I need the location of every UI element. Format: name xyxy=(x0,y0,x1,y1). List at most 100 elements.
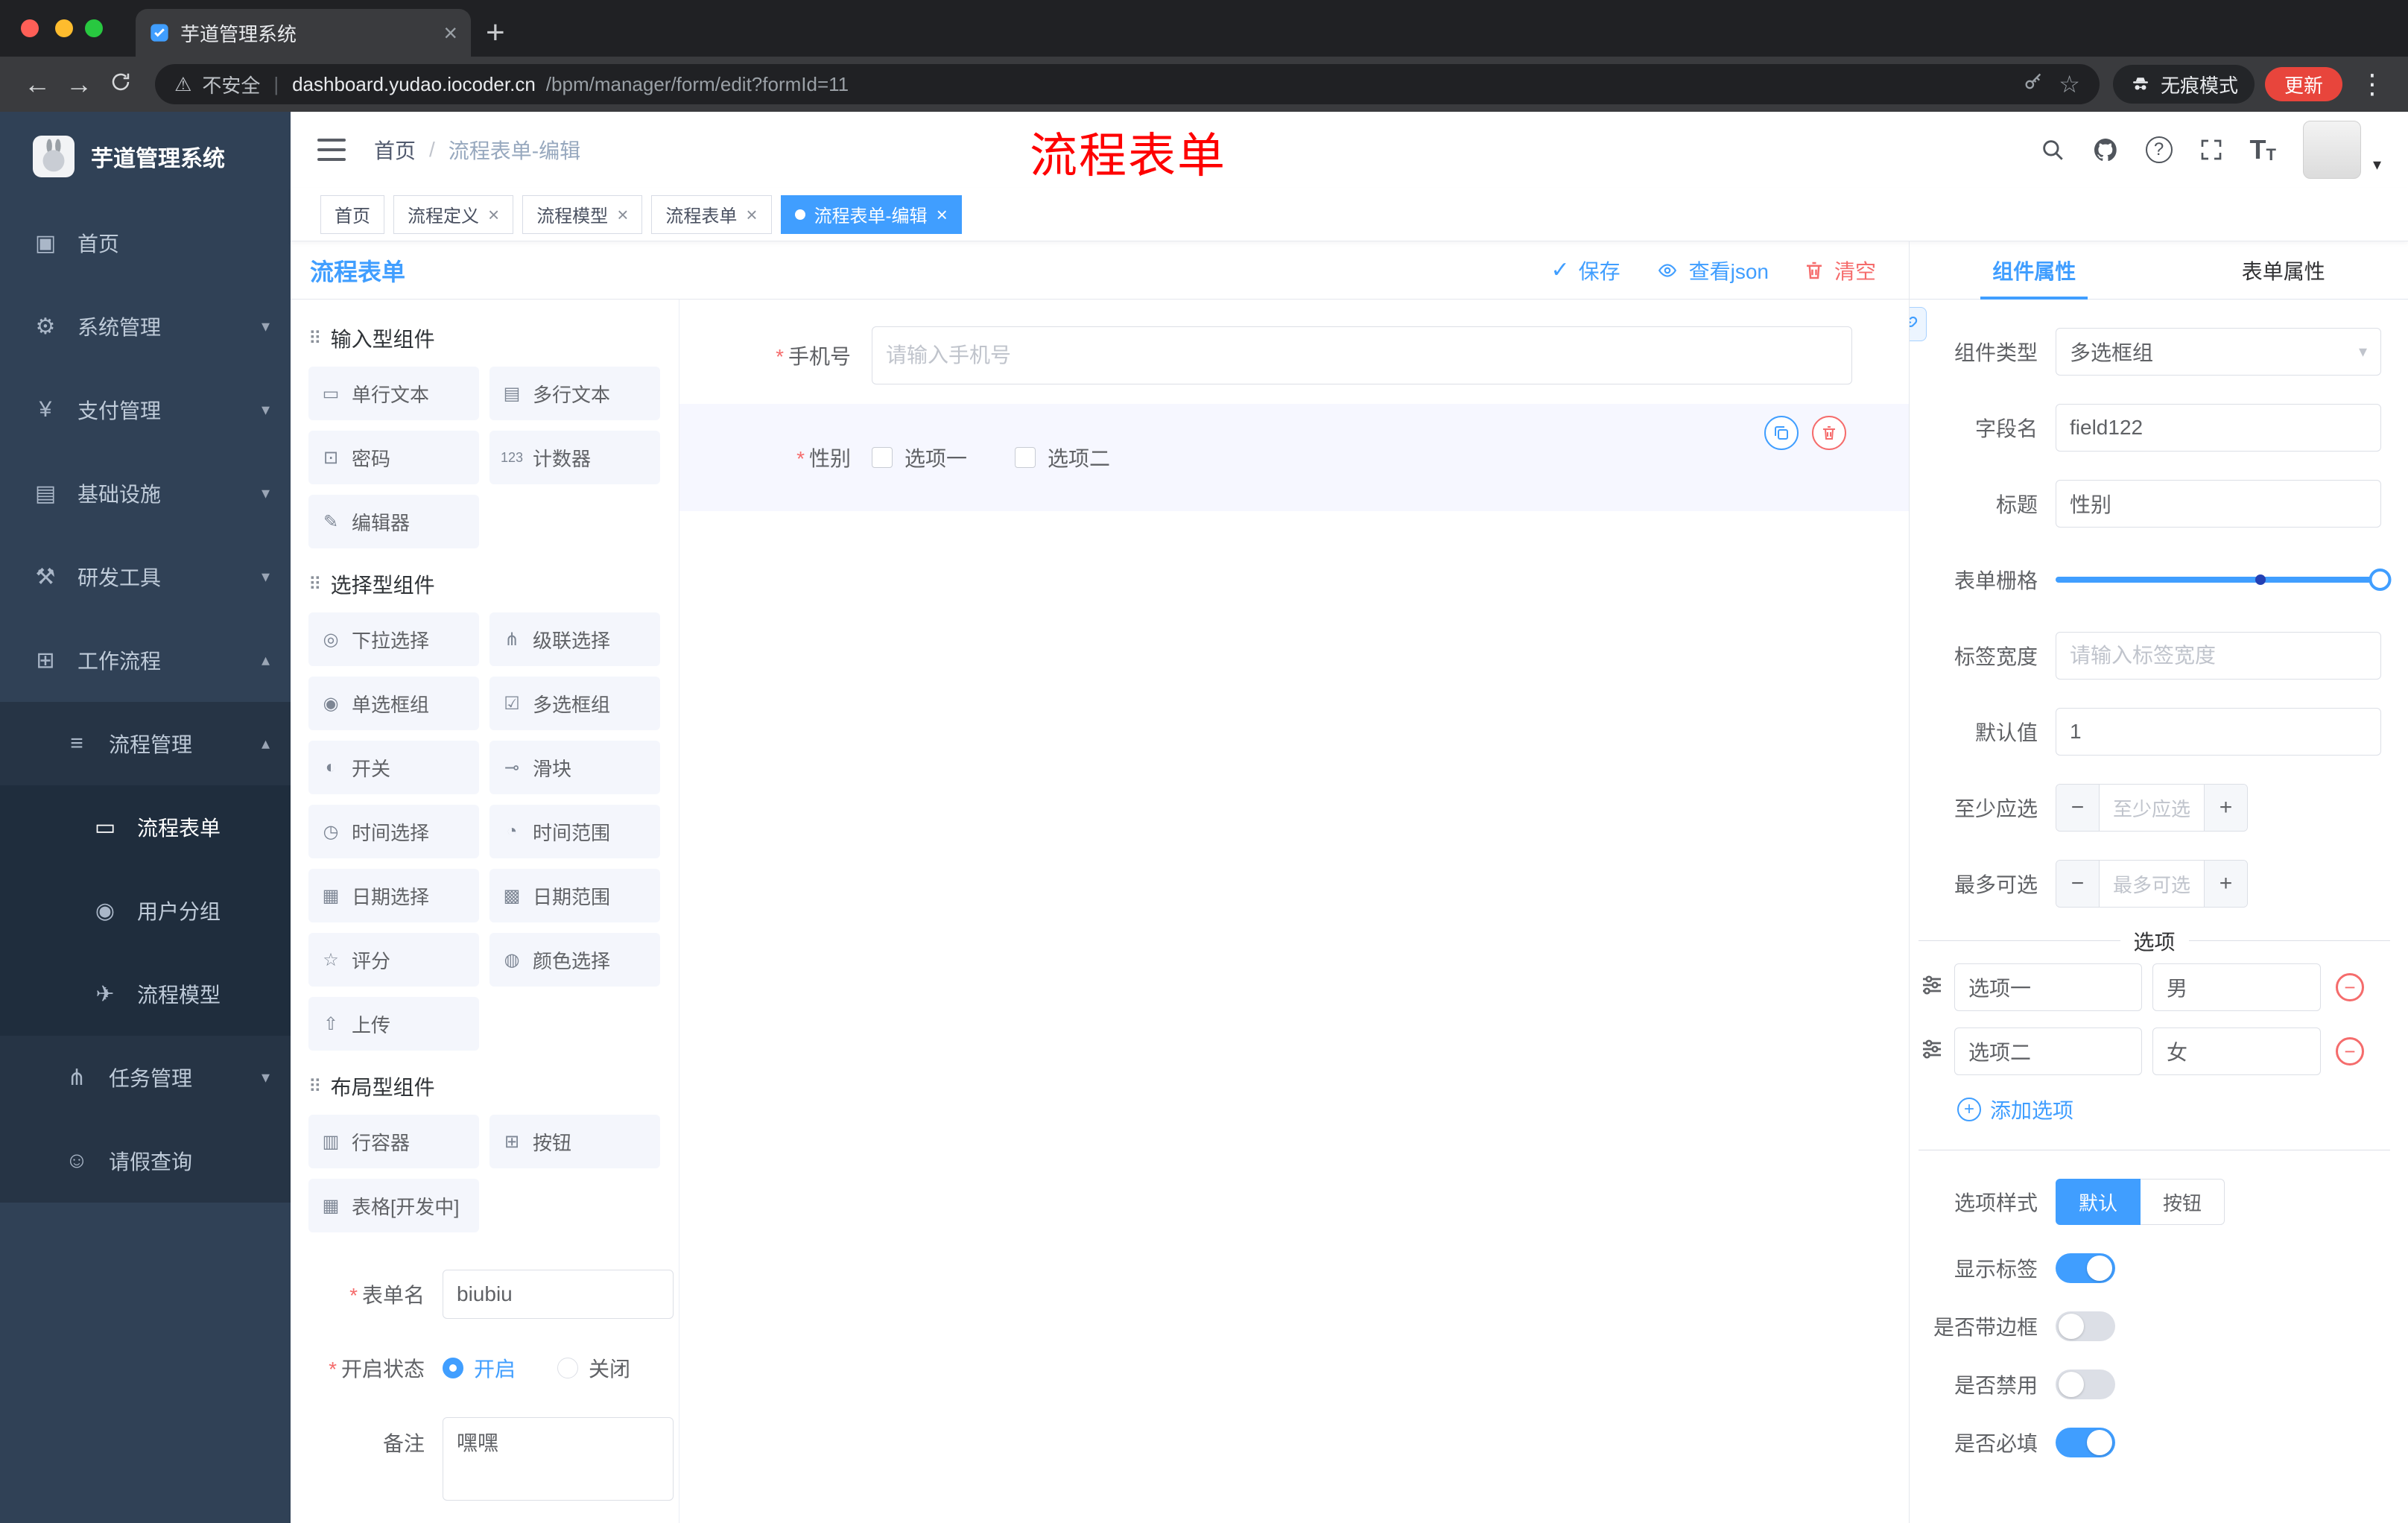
sidebar-item-user-group[interactable]: ◉ 用户分组 xyxy=(0,869,291,952)
tab-form-props[interactable]: 表单属性 xyxy=(2159,241,2408,299)
component-editor[interactable]: ✎ 编辑器 xyxy=(308,495,479,548)
title-input[interactable] xyxy=(2056,480,2381,528)
sidebar-item-workflow[interactable]: ⊞ 工作流程 ▴ xyxy=(0,618,291,702)
canvas-field-phone[interactable]: * 手机号 xyxy=(679,326,1909,384)
tag-home[interactable]: 首页 xyxy=(320,194,384,234)
tag-close-icon[interactable]: × xyxy=(488,205,499,224)
window-zoom-button[interactable] xyxy=(85,19,103,37)
checkbox-option-2[interactable]: 选项二 xyxy=(1015,443,1110,472)
tag-process-model[interactable]: 流程模型 × xyxy=(522,194,643,234)
increase-button[interactable]: + xyxy=(2204,861,2247,907)
hamburger-icon[interactable] xyxy=(317,139,346,161)
option-label-input[interactable] xyxy=(1954,963,2142,1011)
window-minimize-button[interactable] xyxy=(55,19,73,37)
new-tab-button[interactable]: + xyxy=(486,9,505,57)
font-size-icon[interactable]: TT xyxy=(2250,136,2276,163)
remove-option-button[interactable]: − xyxy=(2336,1037,2364,1066)
browser-tab[interactable]: 芋道管理系统 × xyxy=(136,9,471,57)
view-json-button[interactable]: 查看json xyxy=(1655,256,1769,285)
breadcrumb-home[interactable]: 首页 xyxy=(374,135,416,165)
component-time-range[interactable]: ◔ 时间范围 xyxy=(489,805,660,858)
component-password[interactable]: ⊡ 密码 xyxy=(308,431,479,484)
add-option-button[interactable]: + 添加选项 xyxy=(1957,1095,2408,1124)
default-value-input[interactable] xyxy=(2056,708,2381,756)
link-anchor-badge[interactable] xyxy=(1910,307,1927,341)
component-switch[interactable]: ◐ 开关 xyxy=(308,741,479,794)
remove-option-button[interactable]: − xyxy=(2336,973,2364,1001)
component-counter[interactable]: 123 计数器 xyxy=(489,431,660,484)
component-row-container[interactable]: ▥ 行容器 xyxy=(308,1115,479,1168)
url-bar[interactable]: ⚠ 不安全 | dashboard.yudao.iocoder.cn /bpm/… xyxy=(155,64,2100,104)
tag-close-icon[interactable]: × xyxy=(937,205,948,224)
browser-menu-icon[interactable]: ⋮ xyxy=(2353,69,2392,100)
disabled-toggle[interactable] xyxy=(2056,1370,2115,1399)
avatar-caret-icon[interactable]: ▾ xyxy=(2373,155,2381,179)
copy-field-button[interactable] xyxy=(1764,416,1799,450)
max-stepper-placeholder[interactable]: 最多可选 xyxy=(2100,861,2204,907)
sidebar-item-payment[interactable]: ¥ 支付管理 ▾ xyxy=(0,368,291,452)
option-label-input[interactable] xyxy=(1954,1028,2142,1075)
search-icon[interactable] xyxy=(2040,137,2065,162)
slider-handle[interactable] xyxy=(2369,569,2392,591)
checkbox-option-1[interactable]: 选项一 xyxy=(872,443,967,472)
decrease-button[interactable]: − xyxy=(2056,861,2100,907)
tab-close-icon[interactable]: × xyxy=(443,21,457,45)
sidebar-item-process-model[interactable]: ✈ 流程模型 xyxy=(0,952,291,1036)
security-warning-icon[interactable]: ⚠ xyxy=(174,73,191,96)
component-type-select[interactable]: 多选框组 ▾ xyxy=(2056,328,2381,376)
sidebar-item-process-mgmt[interactable]: ≡ 流程管理 ▴ xyxy=(0,702,291,785)
component-radio-group[interactable]: ◉ 单选框组 xyxy=(308,677,479,730)
save-button[interactable]: ✓ 保存 xyxy=(1550,256,1620,285)
fullscreen-icon[interactable] xyxy=(2199,138,2223,162)
reload-icon[interactable] xyxy=(100,69,142,100)
required-toggle[interactable] xyxy=(2056,1428,2115,1457)
component-upload[interactable]: ⇧ 上传 xyxy=(308,997,479,1051)
sidebar-item-leave-query[interactable]: ☺ 请假查询 xyxy=(0,1119,291,1203)
increase-button[interactable]: + xyxy=(2204,785,2247,831)
component-date-picker[interactable]: ▦ 日期选择 xyxy=(308,869,479,922)
min-stepper-placeholder[interactable]: 至少应选 xyxy=(2100,785,2204,831)
style-button-button[interactable]: 按钮 xyxy=(2141,1179,2225,1225)
tag-process-form[interactable]: 流程表单 × xyxy=(651,194,772,234)
sidebar-item-system[interactable]: ⚙ 系统管理 ▾ xyxy=(0,285,291,368)
update-button[interactable]: 更新 xyxy=(2264,67,2342,101)
show-label-toggle[interactable] xyxy=(2056,1253,2115,1283)
component-color-picker[interactable]: ◍ 颜色选择 xyxy=(489,933,660,987)
tab-component-props[interactable]: 组件属性 xyxy=(1910,241,2159,299)
password-key-icon[interactable] xyxy=(2023,72,2044,98)
user-avatar[interactable] xyxy=(2302,121,2361,179)
sidebar-item-home[interactable]: ▣ 首页 xyxy=(0,201,291,285)
component-cascader[interactable]: ⋔ 级联选择 xyxy=(489,612,660,666)
back-icon[interactable]: ← xyxy=(16,69,58,100)
clear-button[interactable]: 清空 xyxy=(1803,256,1876,285)
component-single-text[interactable]: ▭ 单行文本 xyxy=(308,367,479,420)
window-close-button[interactable] xyxy=(21,19,39,37)
field-name-input[interactable] xyxy=(2056,404,2381,452)
phone-input[interactable] xyxy=(872,326,1852,384)
component-multi-text[interactable]: ▤ 多行文本 xyxy=(489,367,660,420)
bookmark-star-icon[interactable]: ☆ xyxy=(2059,70,2080,98)
checkbox-box[interactable] xyxy=(872,447,893,468)
component-table[interactable]: ▦ 表格[开发中] xyxy=(308,1179,479,1232)
component-time-picker[interactable]: ◷ 时间选择 xyxy=(308,805,479,858)
form-name-input[interactable] xyxy=(443,1270,674,1319)
checkbox-box[interactable] xyxy=(1015,447,1036,468)
tag-process-form-edit[interactable]: 流程表单-编辑 × xyxy=(780,194,962,234)
status-radio-off[interactable]: 关闭 xyxy=(557,1353,630,1383)
component-rate[interactable]: ☆ 评分 xyxy=(308,933,479,987)
grid-slider[interactable] xyxy=(2056,556,2392,604)
border-toggle[interactable] xyxy=(2056,1311,2115,1341)
drag-handle-icon[interactable] xyxy=(1920,973,1944,1002)
style-default-button[interactable]: 默认 xyxy=(2056,1179,2141,1225)
option-value-input[interactable] xyxy=(2152,963,2321,1011)
drag-handle-icon[interactable] xyxy=(1920,1037,1944,1066)
decrease-button[interactable]: − xyxy=(2056,785,2100,831)
sidebar-item-devtools[interactable]: ⚒ 研发工具 ▾ xyxy=(0,535,291,618)
tag-close-icon[interactable]: × xyxy=(617,205,628,224)
option-value-input[interactable] xyxy=(2152,1028,2321,1075)
label-width-input[interactable] xyxy=(2056,632,2381,680)
component-select[interactable]: ◎ 下拉选择 xyxy=(308,612,479,666)
remark-textarea[interactable]: 嘿嘿 xyxy=(443,1417,674,1501)
tag-close-icon[interactable]: × xyxy=(746,205,757,224)
canvas-field-gender-selected[interactable]: * 性别 选项一 选项二 xyxy=(679,404,1909,511)
